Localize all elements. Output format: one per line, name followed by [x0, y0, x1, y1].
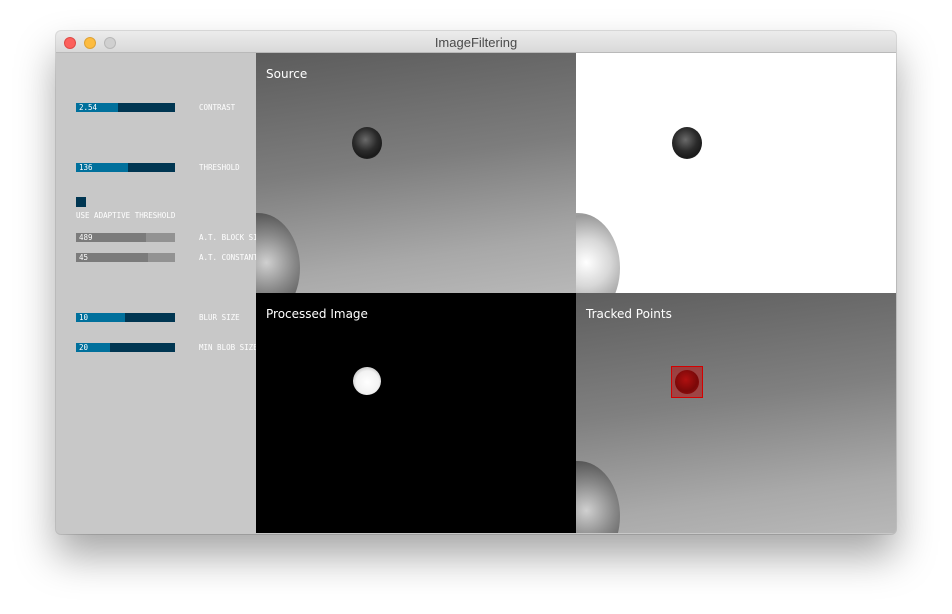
preprocessed-bottle-cap	[576, 213, 620, 293]
threshold-slider[interactable]: 136 THRESHOLD	[76, 163, 240, 172]
title-bar[interactable]: ImageFiltering	[56, 31, 896, 53]
adaptive-threshold-label: USE ADAPTIVE THRESHOLD	[76, 211, 176, 220]
processed-panel: Processed Image	[256, 293, 576, 533]
preprocessed-panel: Pre-processed	[576, 53, 896, 293]
processed-blob	[349, 363, 385, 399]
tracked-bottle-cap	[576, 461, 620, 533]
contrast-value: 2.54	[79, 103, 98, 112]
app-window: ImageFiltering 2.54 CONTRAST 136 THRESHO…	[56, 31, 896, 534]
min-blob-size-slider[interactable]: 20 MIN BLOB SIZE	[76, 343, 258, 352]
window-title: ImageFiltering	[434, 35, 518, 50]
constant-value: 45	[79, 253, 89, 262]
threshold-label: THRESHOLD	[199, 163, 240, 172]
preprocessed-coin	[672, 127, 702, 159]
source-bottle-cap	[256, 213, 300, 293]
source-coin	[352, 127, 382, 159]
processed-label: Processed Image	[266, 307, 368, 321]
tracked-label: Tracked Points	[586, 307, 672, 321]
min-blob-size-value: 20	[79, 343, 89, 352]
min-blob-size-label: MIN BLOB SIZE	[199, 343, 258, 352]
source-panel: Source	[256, 53, 576, 293]
threshold-value: 136	[79, 163, 93, 172]
blur-size-slider[interactable]: 10 BLUR SIZE	[76, 313, 240, 322]
preprocessed-label: Pre-processed	[586, 67, 671, 81]
contrast-slider[interactable]: 2.54 CONTRAST	[76, 103, 235, 112]
blur-size-label: BLUR SIZE	[199, 313, 240, 322]
tracked-coin	[675, 370, 699, 394]
source-label: Source	[266, 67, 308, 81]
blur-size-value: 10	[79, 313, 89, 322]
tracked-point-box[interactable]	[671, 366, 703, 398]
block-size-value: 489	[79, 233, 93, 242]
tracked-panel: Tracked Points	[576, 293, 896, 533]
adaptive-threshold-toggle[interactable]	[76, 197, 86, 207]
controls-sidebar: 2.54 CONTRAST 136 THRESHOLD USE ADAPTIVE…	[56, 53, 267, 534]
constant-label: A.T. CONSTANT	[199, 253, 258, 262]
contrast-label: CONTRAST	[199, 103, 236, 112]
constant-slider[interactable]: 45 A.T. CONSTANT	[76, 253, 258, 262]
block-size-slider[interactable]: 489 A.T. BLOCK SIZE	[76, 233, 267, 242]
